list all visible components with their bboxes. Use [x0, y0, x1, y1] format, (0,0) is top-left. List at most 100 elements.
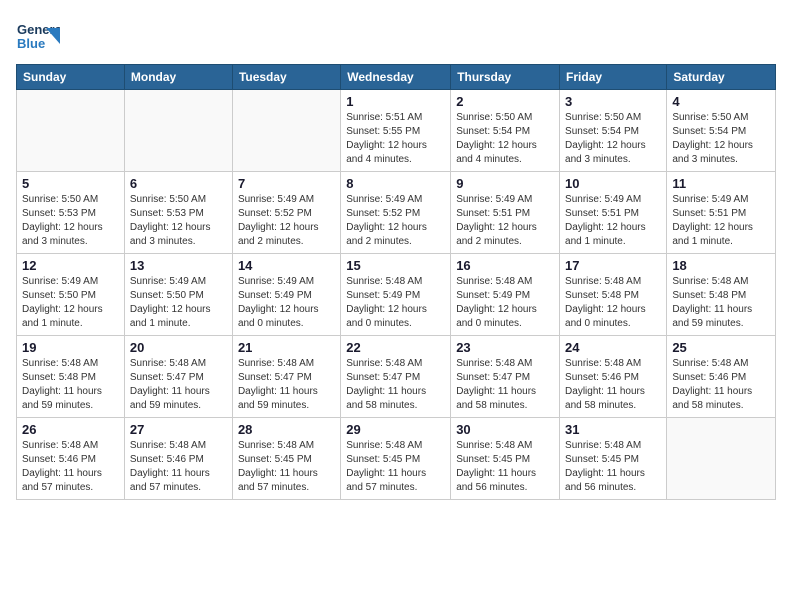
- calendar-week-1: 1 Sunrise: 5:51 AM Sunset: 5:55 PM Daylig…: [17, 90, 776, 172]
- cell-info-text: Sunrise: 5:48 AM Sunset: 5:48 PM Dayligh…: [565, 275, 661, 331]
- cell-date-number: 27: [130, 422, 227, 437]
- cell-date-number: 11: [672, 176, 770, 191]
- cell-info-text: Sunrise: 5:49 AM Sunset: 5:51 PM Dayligh…: [672, 193, 770, 249]
- calendar-cell: 6Sunrise: 5:50 AM Sunset: 5:53 PM Daylig…: [124, 172, 232, 254]
- weekday-header-sunday: Sunday: [17, 65, 125, 90]
- cell-info-text: Sunrise: 5:48 AM Sunset: 5:45 PM Dayligh…: [565, 439, 661, 495]
- page-header: General Blue: [16, 16, 776, 56]
- cell-date-number: 13: [130, 258, 227, 273]
- cell-date-number: 29: [346, 422, 445, 437]
- calendar-cell: 28Sunrise: 5:48 AM Sunset: 5:45 PM Dayli…: [232, 418, 340, 500]
- cell-info-text: Sunrise: 5:50 AM Sunset: 5:54 PM Dayligh…: [565, 111, 661, 167]
- cell-date-number: 1: [346, 94, 445, 109]
- calendar-cell: 3 Sunrise: 5:50 AM Sunset: 5:54 PM Daylig…: [560, 90, 667, 172]
- cell-date-number: 2: [456, 94, 554, 109]
- cell-info-text: Sunrise: 5:48 AM Sunset: 5:48 PM Dayligh…: [22, 357, 119, 413]
- cell-date-number: 5: [22, 176, 119, 191]
- calendar-cell: 15Sunrise: 5:48 AM Sunset: 5:49 PM Dayli…: [341, 254, 451, 336]
- cell-date-number: 23: [456, 340, 554, 355]
- cell-date-number: 18: [672, 258, 770, 273]
- cell-date-number: 4: [672, 94, 770, 109]
- cell-date-number: 7: [238, 176, 335, 191]
- cell-info-text: Sunrise: 5:50 AM Sunset: 5:54 PM Dayligh…: [672, 111, 770, 167]
- cell-info-text: Sunrise: 5:50 AM Sunset: 5:53 PM Dayligh…: [130, 193, 227, 249]
- cell-info-text: Sunrise: 5:49 AM Sunset: 5:51 PM Dayligh…: [565, 193, 661, 249]
- calendar-week-4: 19 Sunrise: 5:48 AM Sunset: 5:48 PM Dayli…: [17, 336, 776, 418]
- cell-date-number: 14: [238, 258, 335, 273]
- calendar-cell: 20 Sunrise: 5:48 AM Sunset: 5:47 PM Dayli…: [124, 336, 232, 418]
- cell-info-text: Sunrise: 5:49 AM Sunset: 5:50 PM Dayligh…: [130, 275, 227, 331]
- cell-info-text: Sunrise: 5:48 AM Sunset: 5:48 PM Dayligh…: [672, 275, 770, 331]
- cell-info-text: Sunrise: 5:49 AM Sunset: 5:49 PM Dayligh…: [238, 275, 335, 331]
- cell-info-text: Sunrise: 5:51 AM Sunset: 5:55 PM Dayligh…: [346, 111, 445, 167]
- calendar-week-5: 26 Sunrise: 5:48 AM Sunset: 5:46 PM Dayli…: [17, 418, 776, 500]
- calendar-cell: 26Sunrise: 5:48 AM Sunset: 5:46 PM Dayli…: [17, 418, 125, 500]
- cell-info-text: Sunrise: 5:48 AM Sunset: 5:46 PM Dayligh…: [130, 439, 227, 495]
- calendar-week-3: 12 Sunrise: 5:49 AM Sunset: 5:50 PM Dayli…: [17, 254, 776, 336]
- cell-date-number: 15: [346, 258, 445, 273]
- calendar-cell: [667, 418, 776, 500]
- calendar-week-2: 5 Sunrise: 5:50 AM Sunset: 5:53 PM Daylig…: [17, 172, 776, 254]
- cell-info-text: Sunrise: 5:48 AM Sunset: 5:45 PM Dayligh…: [346, 439, 445, 495]
- calendar-cell: 17 Sunrise: 5:48 AM Sunset: 5:48 PM Dayli…: [560, 254, 667, 336]
- cell-date-number: 30: [456, 422, 554, 437]
- calendar-cell: 21 Sunrise: 5:48 AM Sunset: 5:47 PM Dayli…: [232, 336, 340, 418]
- weekday-header-saturday: Saturday: [667, 65, 776, 90]
- calendar-cell: 10 Sunrise: 5:49 AM Sunset: 5:51 PM Dayli…: [560, 172, 667, 254]
- calendar-cell: 4 Sunrise: 5:50 AM Sunset: 5:54 PM Daylig…: [667, 90, 776, 172]
- calendar-cell: 31 Sunrise: 5:48 AM Sunset: 5:45 PM Dayli…: [560, 418, 667, 500]
- cell-date-number: 21: [238, 340, 335, 355]
- calendar-cell: 11 Sunrise: 5:49 AM Sunset: 5:51 PM Dayli…: [667, 172, 776, 254]
- cell-date-number: 26: [22, 422, 119, 437]
- cell-info-text: Sunrise: 5:49 AM Sunset: 5:52 PM Dayligh…: [238, 193, 335, 249]
- cell-date-number: 3: [565, 94, 661, 109]
- weekday-header-tuesday: Tuesday: [232, 65, 340, 90]
- calendar-cell: [232, 90, 340, 172]
- cell-date-number: 19: [22, 340, 119, 355]
- calendar-cell: 22Sunrise: 5:48 AM Sunset: 5:47 PM Dayli…: [341, 336, 451, 418]
- svg-text:Blue: Blue: [17, 36, 45, 51]
- calendar-cell: 1 Sunrise: 5:51 AM Sunset: 5:55 PM Daylig…: [341, 90, 451, 172]
- logo: General Blue: [16, 16, 60, 56]
- cell-info-text: Sunrise: 5:50 AM Sunset: 5:54 PM Dayligh…: [456, 111, 554, 167]
- cell-info-text: Sunrise: 5:48 AM Sunset: 5:47 PM Dayligh…: [346, 357, 445, 413]
- cell-info-text: Sunrise: 5:48 AM Sunset: 5:46 PM Dayligh…: [672, 357, 770, 413]
- cell-info-text: Sunrise: 5:48 AM Sunset: 5:47 PM Dayligh…: [238, 357, 335, 413]
- cell-date-number: 20: [130, 340, 227, 355]
- cell-date-number: 12: [22, 258, 119, 273]
- cell-info-text: Sunrise: 5:50 AM Sunset: 5:53 PM Dayligh…: [22, 193, 119, 249]
- cell-date-number: 16: [456, 258, 554, 273]
- calendar-cell: 12 Sunrise: 5:49 AM Sunset: 5:50 PM Dayli…: [17, 254, 125, 336]
- calendar-cell: 16Sunrise: 5:48 AM Sunset: 5:49 PM Dayli…: [451, 254, 560, 336]
- cell-info-text: Sunrise: 5:48 AM Sunset: 5:45 PM Dayligh…: [456, 439, 554, 495]
- cell-date-number: 25: [672, 340, 770, 355]
- weekday-header-monday: Monday: [124, 65, 232, 90]
- weekday-header-thursday: Thursday: [451, 65, 560, 90]
- calendar-cell: 14 Sunrise: 5:49 AM Sunset: 5:49 PM Dayli…: [232, 254, 340, 336]
- cell-info-text: Sunrise: 5:49 AM Sunset: 5:52 PM Dayligh…: [346, 193, 445, 249]
- calendar-cell: 2 Sunrise: 5:50 AM Sunset: 5:54 PM Daylig…: [451, 90, 560, 172]
- cell-info-text: Sunrise: 5:49 AM Sunset: 5:51 PM Dayligh…: [456, 193, 554, 249]
- calendar-table: SundayMondayTuesdayWednesdayThursdayFrid…: [16, 64, 776, 500]
- cell-info-text: Sunrise: 5:48 AM Sunset: 5:46 PM Dayligh…: [565, 357, 661, 413]
- cell-date-number: 10: [565, 176, 661, 191]
- calendar-cell: 29 Sunrise: 5:48 AM Sunset: 5:45 PM Dayli…: [341, 418, 451, 500]
- calendar-cell: 25 Sunrise: 5:48 AM Sunset: 5:46 PM Dayli…: [667, 336, 776, 418]
- calendar-cell: 18 Sunrise: 5:48 AM Sunset: 5:48 PM Dayli…: [667, 254, 776, 336]
- calendar-cell: [17, 90, 125, 172]
- calendar-cell: 24Sunrise: 5:48 AM Sunset: 5:46 PM Dayli…: [560, 336, 667, 418]
- calendar-cell: 8 Sunrise: 5:49 AM Sunset: 5:52 PM Daylig…: [341, 172, 451, 254]
- weekday-header-friday: Friday: [560, 65, 667, 90]
- cell-info-text: Sunrise: 5:49 AM Sunset: 5:50 PM Dayligh…: [22, 275, 119, 331]
- calendar-cell: 23 Sunrise: 5:48 AM Sunset: 5:47 PM Dayli…: [451, 336, 560, 418]
- logo-icon: General Blue: [16, 16, 60, 56]
- cell-date-number: 17: [565, 258, 661, 273]
- cell-date-number: 31: [565, 422, 661, 437]
- calendar-cell: 19 Sunrise: 5:48 AM Sunset: 5:48 PM Dayli…: [17, 336, 125, 418]
- weekday-header-wednesday: Wednesday: [341, 65, 451, 90]
- weekday-header-row: SundayMondayTuesdayWednesdayThursdayFrid…: [17, 65, 776, 90]
- cell-info-text: Sunrise: 5:48 AM Sunset: 5:47 PM Dayligh…: [456, 357, 554, 413]
- cell-info-text: Sunrise: 5:48 AM Sunset: 5:47 PM Dayligh…: [130, 357, 227, 413]
- cell-date-number: 28: [238, 422, 335, 437]
- cell-date-number: 8: [346, 176, 445, 191]
